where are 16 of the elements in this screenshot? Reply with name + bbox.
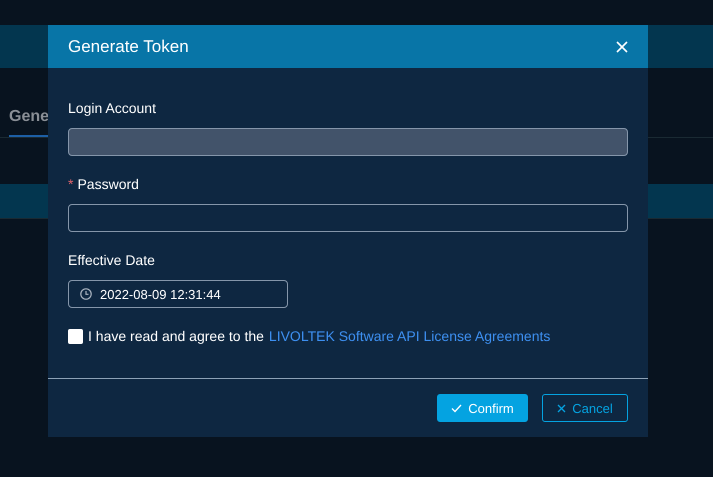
license-link[interactable]: LIVOLTEK Software API License Agreements <box>268 328 550 344</box>
checkbox[interactable] <box>68 328 83 344</box>
required-mark: * <box>68 176 74 192</box>
field-label: Effective Date <box>68 252 155 268</box>
cancel-button[interactable]: Cancel <box>542 394 628 422</box>
date-field[interactable]: 2022-08-09 12:31:44 <box>68 280 288 308</box>
clock-icon <box>80 288 92 300</box>
confirm-button[interactable]: Confirm <box>437 394 528 422</box>
field-label: Login Account <box>68 100 156 116</box>
close-icon <box>557 404 566 412</box>
password-field[interactable] <box>68 204 628 232</box>
check-icon <box>451 404 462 412</box>
close-icon[interactable] <box>616 40 628 52</box>
field-label: Password <box>77 176 139 192</box>
dialog-title: Generate Token <box>68 36 189 56</box>
agreement-text: I have read and agree to the <box>88 328 264 344</box>
